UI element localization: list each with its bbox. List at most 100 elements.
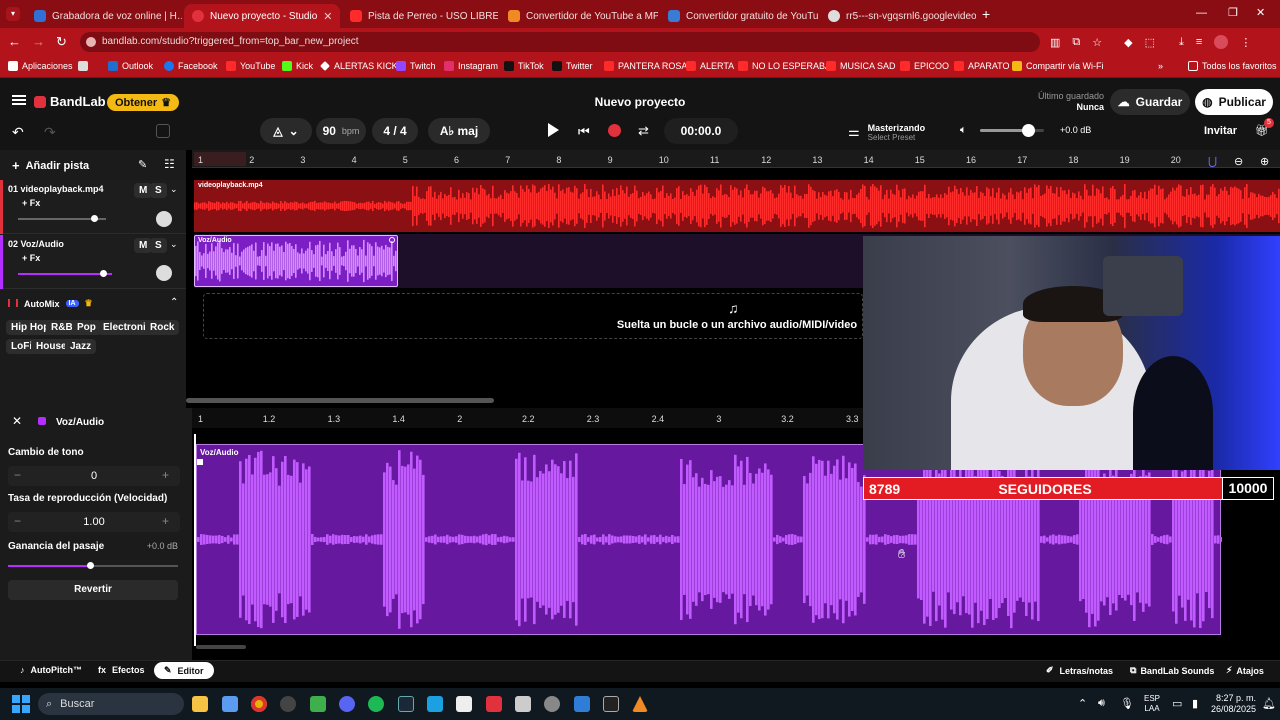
tab-googlevideo[interactable]: rr5---sn-vgqsrnl6.googlevideo.… ✕ <box>820 4 976 28</box>
bookmark-facebook[interactable]: Facebook <box>164 61 218 71</box>
automix-header[interactable]: AutoMix IA ♛ <box>24 298 93 309</box>
panel-toggle-icon[interactable] <box>156 124 170 138</box>
media-icon[interactable]: ≡ <box>1196 36 1202 48</box>
tab-youtube-track[interactable]: Pista de Perreo - USO LIBRE Jo… ✕ <box>342 4 498 28</box>
track-name[interactable]: 02 Voz/Audio <box>8 239 64 249</box>
gain-knob[interactable] <box>87 562 94 569</box>
notifications-bell-icon[interactable]: 🔔︎ <box>1262 697 1276 710</box>
effects-button[interactable]: fx Efectos <box>98 665 145 675</box>
restore-icon[interactable]: ❐ <box>1228 6 1238 19</box>
app-icon[interactable] <box>310 696 326 712</box>
document-icon[interactable] <box>456 696 472 712</box>
voice-clip[interactable]: Voz/Audio <box>194 235 398 287</box>
chevron-down-icon[interactable]: ⌄ <box>170 239 178 250</box>
new-tab-button[interactable]: + <box>982 6 990 22</box>
back-icon[interactable]: ← <box>8 34 21 49</box>
mixer-icon[interactable]: ☷ <box>164 157 175 171</box>
site-info-icon[interactable] <box>86 37 96 47</box>
bookmark-youtube[interactable]: YouTube <box>226 61 275 71</box>
record-icon[interactable] <box>608 124 621 137</box>
editor-audio-clip[interactable]: Voz/Audio <box>196 444 1222 635</box>
snap-magnet-icon[interactable]: ⋃ <box>1208 155 1217 168</box>
solo-button[interactable]: S <box>150 238 167 253</box>
revert-button[interactable]: Revertir <box>8 580 178 600</box>
discord-icon[interactable] <box>339 696 355 712</box>
bandlab-logo[interactable]: BandLab <box>34 94 106 109</box>
all-favorites-folder[interactable]: Todos los favoritos <box>1188 61 1277 71</box>
play-icon[interactable] <box>548 123 559 137</box>
pan-knob[interactable] <box>156 265 172 281</box>
save-button[interactable]: ☁ Guardar <box>1110 89 1190 115</box>
minus-icon[interactable]: − <box>14 514 21 528</box>
chrome-icon[interactable] <box>251 696 267 712</box>
bookmarks-overflow-icon[interactable]: » <box>1158 61 1163 71</box>
lyrics-button[interactable]: ✐ Letras/notas <box>1046 665 1113 676</box>
openai-icon[interactable] <box>280 696 296 712</box>
bookmark-grid[interactable] <box>78 61 88 71</box>
track-name[interactable]: 01 videoplayback.mp4 <box>8 184 104 194</box>
tab-voice-recorder[interactable]: Grabadora de voz online | H… ✕ <box>26 4 182 28</box>
bookmark-alertas-kick[interactable]: ALERTAS KICK <box>320 61 398 71</box>
loop-icon[interactable]: ⇄ <box>638 123 649 139</box>
window-close-icon[interactable]: ✕ <box>1256 6 1265 19</box>
genre-jazz[interactable]: Jazz <box>65 339 97 354</box>
horizontal-scrollbar[interactable] <box>186 398 494 403</box>
pitch-value[interactable]: 0 <box>60 470 128 482</box>
metronome-dropdown[interactable]: ◬ ⌄ <box>260 118 312 144</box>
track-volume-slider[interactable] <box>18 215 106 222</box>
tab-bandlab-studio[interactable]: Nuevo proyecto - Studio ✕ <box>184 4 340 28</box>
url-input[interactable]: bandlab.com/studio?triggered_from=top_ba… <box>80 32 1040 52</box>
minimize-icon[interactable]: — <box>1196 7 1207 19</box>
mute-speaker-icon[interactable]: 🔈︎ <box>960 124 967 137</box>
app-icon[interactable] <box>574 696 590 712</box>
bookmark-no-lo-esperaba[interactable]: NO LO ESPERABA <box>738 61 831 71</box>
tab-yt-mp3-converter[interactable]: Convertidor de YouTube a MP3… ✕ <box>500 4 658 28</box>
clip-trim-handle[interactable] <box>197 459 203 465</box>
plus-icon[interactable]: + <box>162 468 169 482</box>
get-membership-button[interactable]: Obtener ♛ <box>107 94 180 111</box>
bookmark-outlook[interactable]: Outlook <box>108 61 153 71</box>
hamburger-menu-icon[interactable] <box>12 95 26 105</box>
project-title[interactable]: Nuevo proyecto <box>540 95 740 109</box>
zoom-in-icon[interactable]: ⊕ <box>1260 155 1269 168</box>
drop-zone[interactable] <box>203 293 863 339</box>
bookmark-instagram[interactable]: Instagram <box>444 61 498 71</box>
add-track-button[interactable]: + Añadir pista <box>12 158 89 173</box>
zoom-out-icon[interactable]: ⊖ <box>1234 155 1243 168</box>
bookmark-apps[interactable]: Aplicaciones <box>8 61 73 71</box>
gain-slider[interactable] <box>8 562 178 569</box>
volume-knob[interactable] <box>90 215 98 222</box>
fx-button[interactable]: + Fx <box>22 198 40 208</box>
editor-tab-button[interactable]: ✎ Editor <box>154 662 214 679</box>
bookmark-twitter[interactable]: Twitter <box>552 61 593 71</box>
bookmark-twitch[interactable]: Twitch <box>396 61 436 71</box>
language-indicator[interactable]: ESP LAA <box>1144 694 1160 714</box>
file-explorer-icon[interactable] <box>192 696 208 712</box>
bookmark-aparato[interactable]: APARATO <box>954 61 1010 71</box>
tiktok-live-icon[interactable] <box>486 696 502 712</box>
close-editor-icon[interactable]: ✕ <box>12 414 22 428</box>
bookmark-epicoo[interactable]: EPICOO <box>900 61 949 71</box>
settings-gear-icon[interactable] <box>544 696 560 712</box>
key-field[interactable]: A♭ maj <box>428 118 490 144</box>
steam-icon[interactable] <box>398 696 414 712</box>
skip-back-icon[interactable]: ⏮ <box>578 124 590 140</box>
network-icon[interactable]: ▭ <box>1172 697 1182 710</box>
bookmark-kick[interactable]: Kick <box>282 61 313 71</box>
solo-button[interactable]: S <box>150 183 167 198</box>
genre-pop[interactable]: Pop <box>72 320 101 335</box>
extension-icon[interactable]: ◆ <box>1124 36 1132 49</box>
autopitch-button[interactable]: ♪ AutoPitch™ <box>20 665 82 675</box>
puzzle-icon[interactable]: ⬚ <box>1145 36 1155 49</box>
profile-avatar[interactable] <box>1214 35 1229 49</box>
pan-knob[interactable] <box>156 211 172 227</box>
chevron-down-icon[interactable]: ⌄ <box>170 184 178 195</box>
close-icon[interactable]: ✕ <box>323 10 332 23</box>
bookmark-alerta[interactable]: ALERTA <box>686 61 734 71</box>
spotify-icon[interactable] <box>368 696 384 712</box>
minus-icon[interactable]: − <box>14 468 21 482</box>
battery-icon[interactable]: ▮ <box>1192 697 1198 710</box>
bandlab-sounds-button[interactable]: ⧉ BandLab Sounds <box>1130 665 1214 676</box>
redo-icon[interactable]: ↷ <box>44 124 56 141</box>
chevron-up-icon[interactable]: ⌃ <box>170 297 178 308</box>
